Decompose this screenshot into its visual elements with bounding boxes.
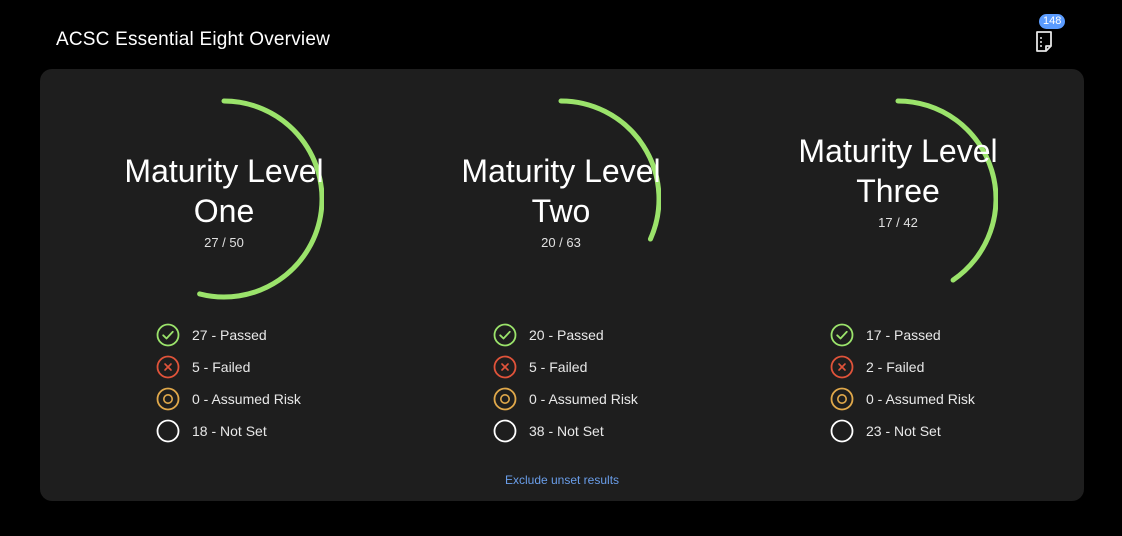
- status-not-set: 23 - Not Set: [830, 415, 1030, 447]
- check-circle-icon: [493, 323, 517, 347]
- status-not-set-label: 18 - Not Set: [192, 423, 267, 439]
- maturity-level-two-card: Maturity Level Two 20 / 63 20 - Passed 5…: [411, 69, 711, 459]
- status-assumed-risk: 0 - Assumed Risk: [493, 383, 693, 415]
- x-circle-icon: [830, 355, 854, 379]
- status-passed: 27 - Passed: [156, 319, 356, 351]
- check-circle-icon: [830, 323, 854, 347]
- status-passed-label: 27 - Passed: [192, 327, 267, 343]
- status-passed-label: 20 - Passed: [529, 327, 604, 343]
- status-list: 17 - Passed 2 - Failed 0 - Assumed Risk: [830, 319, 1030, 447]
- status-assumed-risk-label: 0 - Assumed Risk: [866, 391, 975, 407]
- maturity-overview-panel: Maturity Level One 27 / 50 27 - Passed 5…: [40, 69, 1084, 501]
- target-circle-icon: [830, 387, 854, 411]
- status-passed-label: 17 - Passed: [866, 327, 941, 343]
- status-assumed-risk: 0 - Assumed Risk: [156, 383, 356, 415]
- maturity-level-one-card: Maturity Level One 27 / 50 27 - Passed 5…: [74, 69, 374, 459]
- status-failed-label: 5 - Failed: [529, 359, 588, 375]
- maturity-gauge: Maturity Level Two 20 / 63: [461, 97, 661, 301]
- status-failed-label: 5 - Failed: [192, 359, 251, 375]
- status-failed-label: 2 - Failed: [866, 359, 925, 375]
- maturity-gauge: Maturity Level Three 17 / 42: [798, 97, 998, 301]
- level-score: 27 / 50: [204, 235, 244, 250]
- empty-circle-icon: [493, 419, 517, 443]
- status-assumed-risk: 0 - Assumed Risk: [830, 383, 1030, 415]
- status-failed: 2 - Failed: [830, 351, 1030, 383]
- notes-button[interactable]: 148: [1030, 14, 1066, 54]
- page-title: ACSC Essential Eight Overview: [56, 29, 331, 50]
- empty-circle-icon: [156, 419, 180, 443]
- status-failed: 5 - Failed: [156, 351, 356, 383]
- status-list: 27 - Passed 5 - Failed 0 - Assumed Risk: [156, 319, 356, 447]
- status-assumed-risk-label: 0 - Assumed Risk: [529, 391, 638, 407]
- exclude-unset-results-link[interactable]: Exclude unset results: [40, 473, 1084, 487]
- notes-icon: [1036, 31, 1052, 52]
- level-score: 20 / 63: [541, 235, 581, 250]
- x-circle-icon: [493, 355, 517, 379]
- x-circle-icon: [156, 355, 180, 379]
- status-passed: 20 - Passed: [493, 319, 693, 351]
- maturity-gauge: Maturity Level One 27 / 50: [124, 97, 324, 301]
- empty-circle-icon: [830, 419, 854, 443]
- target-circle-icon: [493, 387, 517, 411]
- status-not-set: 38 - Not Set: [493, 415, 693, 447]
- check-circle-icon: [156, 323, 180, 347]
- status-assumed-risk-label: 0 - Assumed Risk: [192, 391, 301, 407]
- status-not-set-label: 23 - Not Set: [866, 423, 941, 439]
- status-not-set-label: 38 - Not Set: [529, 423, 604, 439]
- target-circle-icon: [156, 387, 180, 411]
- status-passed: 17 - Passed: [830, 319, 1030, 351]
- level-name: Maturity Level Three: [798, 133, 998, 209]
- level-score: 17 / 42: [878, 215, 918, 230]
- status-failed: 5 - Failed: [493, 351, 693, 383]
- status-not-set: 18 - Not Set: [156, 415, 356, 447]
- maturity-level-three-card: Maturity Level Three 17 / 42 17 - Passed…: [748, 69, 1048, 459]
- notes-count-badge: 148: [1039, 14, 1066, 29]
- status-list: 20 - Passed 5 - Failed 0 - Assumed Risk: [493, 319, 693, 447]
- level-name: Maturity Level Two: [461, 153, 661, 229]
- level-name: Maturity Level One: [124, 153, 324, 229]
